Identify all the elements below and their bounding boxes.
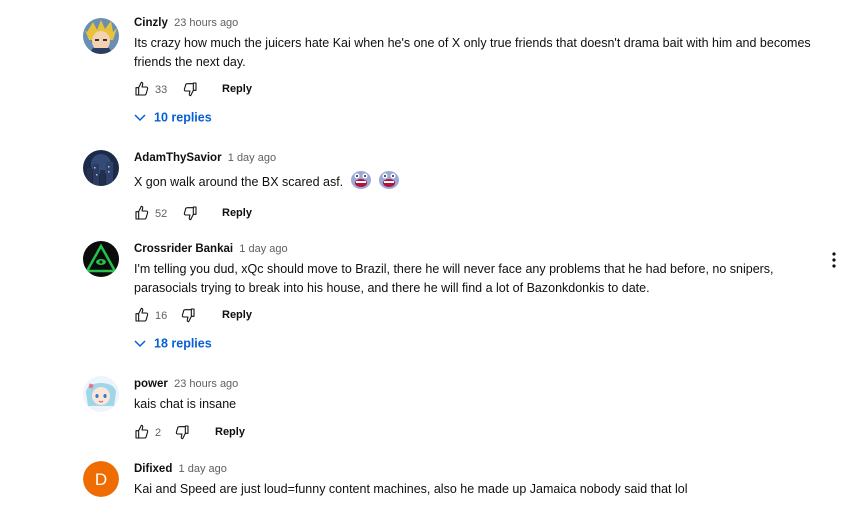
avatar-letter: D	[95, 470, 107, 489]
reply-button[interactable]: Reply	[222, 309, 252, 321]
comment-body: Crossrider Bankai 1 day ago I'm telling …	[134, 241, 834, 328]
comment-timestamp[interactable]: 23 hours ago	[174, 17, 238, 29]
comment-timestamp[interactable]: 23 hours ago	[174, 378, 238, 390]
comment-actions: 2 Reply	[134, 423, 834, 445]
reply-button[interactable]: Reply	[222, 207, 252, 219]
thumbs-down-icon[interactable]	[180, 307, 196, 326]
comment-header: Cinzly 23 hours ago	[134, 15, 834, 31]
comments-section: Cinzly 23 hours ago Its crazy how much t…	[0, 0, 865, 508]
comment-text-line: I'm telling you dud, xQc should move to …	[134, 262, 774, 276]
comment-header: power 23 hours ago	[134, 376, 834, 392]
letter-avatar[interactable]: D	[83, 461, 119, 497]
comment-author[interactable]: Difixed	[134, 463, 172, 475]
thumbs-down-icon[interactable]	[182, 205, 198, 224]
comment-header: Difixed 1 day ago	[134, 461, 834, 477]
comment-author[interactable]: AdamThySavior	[134, 152, 222, 164]
reply-button[interactable]: Reply	[222, 83, 252, 95]
thumbs-up-icon[interactable]	[134, 424, 150, 443]
comment-author[interactable]: Cinzly	[134, 17, 168, 29]
replies-count-label: 18 replies	[154, 336, 212, 351]
comment-text-line: friends the next day.	[134, 54, 246, 69]
like-count: 33	[155, 84, 168, 96]
comment-text-line: Its crazy how much the juicers hate Kai …	[134, 36, 811, 50]
thumbs-up-icon[interactable]	[134, 307, 150, 326]
comment-text-line: Kai and Speed are just loud=funny conten…	[134, 482, 688, 496]
comment-header: AdamThySavior 1 day ago	[134, 150, 834, 166]
replies-count-label: 10 replies	[154, 110, 212, 125]
comment-timestamp[interactable]: 1 day ago	[179, 463, 227, 475]
comment-text: Kai and Speed are just loud=funny conten…	[134, 480, 834, 499]
reply-button[interactable]: Reply	[215, 426, 245, 438]
comment-text: Its crazy how much the juicers hate Kai …	[134, 34, 834, 71]
screaming-face-emoji-icon	[350, 169, 372, 197]
thumbs-up-icon[interactable]	[134, 81, 150, 100]
comment-text-line: X gon walk around the BX scared asf.	[134, 175, 344, 190]
comment-text: I'm telling you dud, xQc should move to …	[134, 260, 834, 297]
comment-body: AdamThySavior 1 day ago X gon walk aroun…	[134, 150, 834, 226]
comment-actions: 33 Reply	[134, 80, 834, 102]
comment-actions: 16 Reply	[134, 306, 834, 328]
comment-text-line: kais chat is insane	[134, 397, 237, 411]
chevron-down-icon	[134, 111, 146, 125]
green-triangle-eye-avatar-icon[interactable]	[83, 241, 119, 277]
comment-timestamp[interactable]: 1 day ago	[239, 243, 287, 255]
anime-avatar-icon[interactable]	[83, 18, 119, 54]
chevron-down-icon	[134, 337, 146, 351]
view-replies-button[interactable]: 10 replies	[134, 110, 212, 130]
comment-text: X gon walk around the BX scared asf.	[134, 169, 834, 197]
thumbs-down-icon[interactable]	[174, 424, 190, 443]
anime-girl-avatar-icon[interactable]	[83, 376, 119, 412]
comment-text: kais chat is insane	[134, 395, 834, 414]
thumbs-up-icon[interactable]	[134, 205, 150, 224]
comment-header: Crossrider Bankai 1 day ago	[134, 241, 834, 257]
comment-author[interactable]: power	[134, 378, 168, 390]
view-replies-button[interactable]: 18 replies	[134, 336, 212, 356]
comment-body: Difixed 1 day ago Kai and Speed are just…	[134, 461, 834, 499]
comment-text-line: parasocials trying to break into his hou…	[134, 280, 650, 295]
city-night-avatar-icon[interactable]	[83, 150, 119, 186]
comment-body: power 23 hours ago kais chat is insane 2…	[134, 376, 834, 445]
more-options-icon[interactable]	[829, 250, 839, 270]
thumbs-down-icon[interactable]	[182, 81, 198, 100]
comment-body: Cinzly 23 hours ago Its crazy how much t…	[134, 15, 834, 102]
screaming-face-emoji-icon	[378, 169, 400, 197]
comment-actions: 52 Reply	[134, 204, 834, 226]
like-count: 16	[155, 310, 168, 322]
comment-author[interactable]: Crossrider Bankai	[134, 243, 233, 255]
like-count: 2	[155, 426, 162, 439]
like-count: 52	[155, 207, 168, 220]
comment-timestamp[interactable]: 1 day ago	[228, 152, 276, 164]
